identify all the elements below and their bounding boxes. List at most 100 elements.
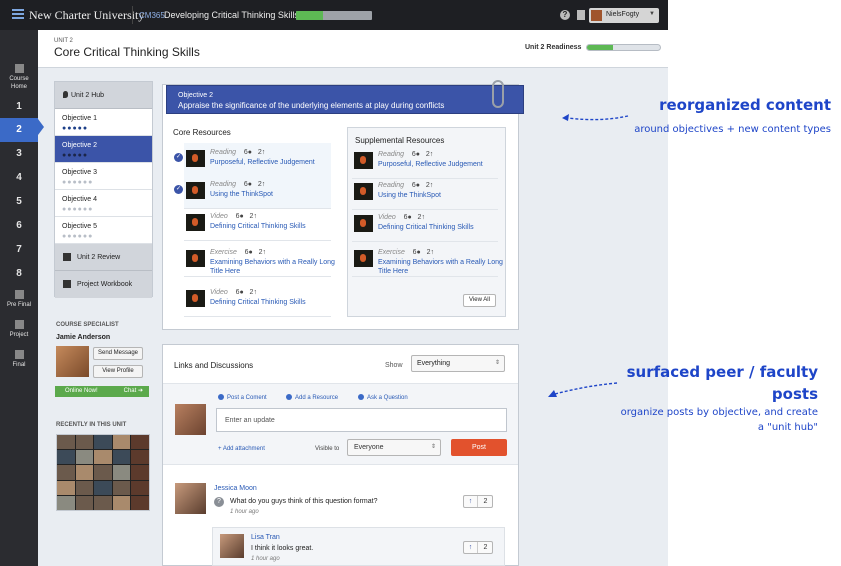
resource-title[interactable]: Defining Critical Thinking Skills xyxy=(210,298,335,307)
resource-title[interactable]: Defining Critical Thinking Skills xyxy=(210,222,335,231)
upvote-arrow-icon[interactable]: ↑ xyxy=(464,542,478,553)
school-name[interactable]: New Charter University xyxy=(29,8,144,23)
tab-post-comment[interactable]: Post a Coment xyxy=(218,394,267,401)
resource-title[interactable]: Examining Behaviors with a Really Long T… xyxy=(378,258,503,276)
objective-item-5[interactable]: Objective 5 ●●●●●● xyxy=(55,217,152,244)
visibility-select[interactable]: Everyone ⇕ xyxy=(347,439,441,456)
upvote-icon: ↑ xyxy=(429,182,434,189)
recent-photo-thumbnail[interactable] xyxy=(131,480,149,495)
recent-photo-thumbnail[interactable] xyxy=(57,480,75,495)
resource-row[interactable]: Reading 6● 2↑ Using the ThinkSpot xyxy=(352,176,498,210)
user-menu[interactable]: NielsFogty ▼ xyxy=(589,8,659,23)
briefcase-icon xyxy=(63,280,71,288)
resource-row[interactable]: Video 6● 2↑ Defining Critical Thinking Sk… xyxy=(184,283,331,317)
resource-title[interactable]: Examining Behaviors with a Really Long T… xyxy=(210,258,335,276)
resource-title[interactable]: Purposeful, Reflective Judgement xyxy=(378,160,503,169)
recent-photo-thumbnail[interactable] xyxy=(75,495,94,510)
recent-photo-thumbnail[interactable] xyxy=(112,450,131,465)
objective-item-4[interactable]: Objective 4 ●●●●●● xyxy=(55,190,152,217)
document-icon[interactable] xyxy=(577,10,585,20)
sidebar-course-home[interactable]: Course Home xyxy=(0,64,38,91)
recent-photo-thumbnail[interactable] xyxy=(75,465,94,480)
menu-icon[interactable] xyxy=(12,9,24,19)
reply-upvote-control[interactable]: ↑ 2 xyxy=(463,541,493,554)
chat-link[interactable]: Chat ➔ xyxy=(124,386,143,397)
sidebar-final[interactable]: Final xyxy=(0,350,38,369)
help-icon[interactable]: ? xyxy=(560,10,570,20)
post-avatar[interactable] xyxy=(175,483,206,514)
update-input[interactable]: Enter an update xyxy=(216,408,507,432)
resource-row[interactable]: Reading 6● 2↑ Purposeful, Reflective Judg… xyxy=(352,145,498,179)
resource-title[interactable]: Purposeful, Reflective Judgement xyxy=(210,158,335,167)
recent-photo-thumbnail[interactable] xyxy=(112,435,131,450)
course-name[interactable]: Developing Critical Thinking Skills xyxy=(164,10,299,20)
online-status-bar[interactable]: Online Now! Chat ➔ xyxy=(55,386,149,397)
reply-avatar[interactable] xyxy=(220,534,244,558)
sidebar-unit-7[interactable]: 7 xyxy=(0,238,38,262)
resource-type: Video xyxy=(210,213,228,220)
sidebar-project[interactable]: Project xyxy=(0,320,38,339)
view-all-button[interactable]: View All xyxy=(463,294,496,307)
view-profile-button[interactable]: View Profile xyxy=(93,365,143,378)
recent-photo-thumbnail[interactable] xyxy=(131,495,149,510)
recent-photo-thumbnail[interactable] xyxy=(131,450,149,465)
recent-photo-thumbnail[interactable] xyxy=(94,480,112,495)
reply-author[interactable]: Lisa Tran xyxy=(251,534,280,541)
recent-photo-thumbnail[interactable] xyxy=(112,465,131,480)
recent-photo-thumbnail[interactable] xyxy=(131,435,149,450)
review-icon xyxy=(63,253,71,261)
recent-photo-thumbnail[interactable] xyxy=(112,480,131,495)
recent-photo-thumbnail[interactable] xyxy=(57,495,75,510)
sidebar-unit-6[interactable]: 6 xyxy=(0,214,38,238)
resource-title[interactable]: Using the ThinkSpot xyxy=(378,191,503,200)
resource-row[interactable]: ✓ Reading 6● 2↑ Purposeful, Reflective Jud… xyxy=(174,143,331,177)
sidebar-unit-8[interactable]: 8 xyxy=(0,262,38,286)
sidebar-pre-final[interactable]: Pre Final xyxy=(0,290,38,309)
objective-banner: Objective 2 Appraise the significance of… xyxy=(166,85,524,114)
show-filter-select[interactable]: Everything ⇕ xyxy=(411,355,505,372)
upvote-control[interactable]: ↑ 2 xyxy=(463,495,493,508)
objective-item-1[interactable]: Objective 1 ●●●●● xyxy=(55,109,152,136)
recent-photo-thumbnail[interactable] xyxy=(94,465,112,480)
recent-photo-thumbnail[interactable] xyxy=(131,465,149,480)
resource-title[interactable]: Defining Critical Thinking Skills xyxy=(378,223,503,232)
recent-photo-thumbnail[interactable] xyxy=(75,450,94,465)
sidebar-unit-2[interactable]: 2 xyxy=(0,118,38,142)
readiness-label: Unit 2 Readiness xyxy=(525,44,582,51)
recent-photo-thumbnail[interactable] xyxy=(94,435,112,450)
resource-row[interactable]: Video 6● 2↑ Defining Critical Thinking Sk… xyxy=(184,207,331,241)
tab-add-resource[interactable]: Add a Resource xyxy=(286,394,338,401)
recent-photo-thumbnail[interactable] xyxy=(57,465,75,480)
recent-photo-thumbnail[interactable] xyxy=(112,495,131,510)
unit-review-link[interactable]: Unit 2 Review xyxy=(55,244,152,271)
upvote-arrow-icon[interactable]: ↑ xyxy=(464,496,478,507)
recent-photo-thumbnail[interactable] xyxy=(75,480,94,495)
tab-ask-question[interactable]: Ask a Question xyxy=(358,394,408,401)
recent-photo-thumbnail[interactable] xyxy=(94,495,112,510)
objective-item-3[interactable]: Objective 3 ●●●●●● xyxy=(55,163,152,190)
recent-photo-thumbnail[interactable] xyxy=(94,450,112,465)
post-author[interactable]: Jessica Moon xyxy=(214,485,257,492)
sidebar-unit-3[interactable]: 3 xyxy=(0,142,38,166)
sidebar-unit-1[interactable]: 1 xyxy=(0,96,38,118)
resource-row[interactable]: ✓ Reading 6● 2↑ Using the ThinkSpot xyxy=(174,175,331,209)
post-button[interactable]: Post xyxy=(451,439,507,456)
resource-row[interactable]: Exercise 6● 2↑ Examining Behaviors with a… xyxy=(184,243,335,277)
recent-photo-thumbnail[interactable] xyxy=(57,435,75,450)
resource-title[interactable]: Using the ThinkSpot xyxy=(210,190,335,199)
recent-photo-thumbnail[interactable] xyxy=(57,450,75,465)
unit-hub-link[interactable]: Unit 2 Hub xyxy=(55,82,152,109)
project-workbook-link[interactable]: Project Workbook xyxy=(55,271,152,298)
resource-row[interactable]: Video 6● 2↑ Defining Critical Thinking Sk… xyxy=(352,208,498,242)
sidebar-unit-5[interactable]: 5 xyxy=(0,190,38,214)
objective-progress-dots: ●●●●●● xyxy=(62,233,94,240)
recent-photo-thumbnail[interactable] xyxy=(75,435,94,450)
send-message-button[interactable]: Send Message xyxy=(93,347,143,360)
objective-item-2[interactable]: Objective 2 ●●●●● xyxy=(55,136,152,163)
add-attachment-link[interactable]: + Add attachment xyxy=(218,446,265,452)
resource-meta: Reading 6● 2↑ xyxy=(378,151,433,158)
resource-meta: Video 6● 2↑ xyxy=(378,214,425,221)
resource-row[interactable]: Exercise 6● 2↑ Examining Behaviors with a… xyxy=(352,243,503,277)
specialist-avatar[interactable] xyxy=(56,346,89,377)
sidebar-unit-4[interactable]: 4 xyxy=(0,166,38,190)
